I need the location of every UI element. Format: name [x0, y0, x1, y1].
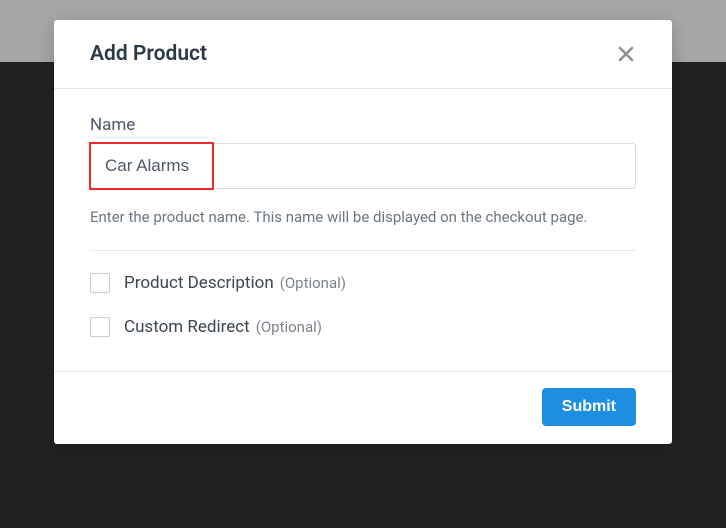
close-button[interactable]: [616, 44, 636, 64]
product-description-checkbox[interactable]: [90, 273, 110, 293]
section-divider: [90, 250, 636, 251]
modal-body: Name Enter the product name. This name w…: [54, 89, 672, 371]
custom-redirect-suffix: (Optional): [256, 318, 322, 336]
name-input-wrap: [90, 143, 636, 189]
modal-header: Add Product: [54, 20, 672, 89]
name-input[interactable]: [90, 143, 636, 189]
product-description-suffix: (Optional): [280, 274, 346, 292]
product-description-option: Product Description (Optional): [90, 273, 636, 293]
custom-redirect-checkbox[interactable]: [90, 317, 110, 337]
custom-redirect-option: Custom Redirect (Optional): [90, 317, 636, 337]
name-help-text: Enter the product name. This name will b…: [90, 203, 636, 232]
close-icon: [618, 46, 634, 62]
modal-title: Add Product: [90, 42, 207, 66]
submit-button[interactable]: Submit: [542, 388, 636, 426]
name-label: Name: [90, 115, 636, 135]
custom-redirect-label: Custom Redirect: [124, 317, 250, 337]
product-description-label-group: Product Description (Optional): [124, 273, 346, 293]
add-product-modal: Add Product Name Enter the product name.…: [54, 20, 672, 444]
custom-redirect-label-group: Custom Redirect (Optional): [124, 317, 322, 337]
modal-footer: Submit: [54, 371, 672, 444]
product-description-label: Product Description: [124, 273, 274, 293]
